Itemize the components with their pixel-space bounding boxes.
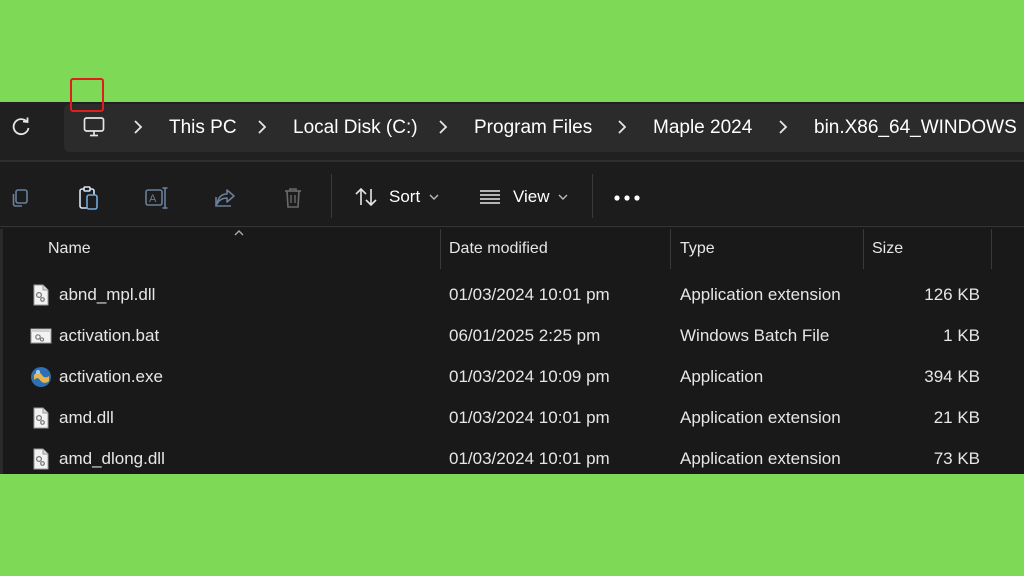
chevron-right-icon[interactable] — [132, 118, 144, 136]
file-date: 01/03/2024 10:01 pm — [449, 449, 610, 468]
view-button[interactable]: View — [472, 174, 576, 218]
dll-file-icon — [33, 448, 49, 470]
file-type: Application extension — [680, 285, 841, 304]
file-date: 06/01/2025 2:25 pm — [449, 326, 601, 345]
sort-button[interactable]: Sort — [348, 174, 444, 218]
sort-label: Sort — [389, 187, 421, 206]
file-row[interactable]: activation.bat 06/01/2025 2:25 pm Window… — [0, 315, 1024, 356]
file-type: Application — [680, 367, 764, 386]
chevron-right-icon[interactable] — [777, 118, 789, 136]
rename-button[interactable]: A — [139, 180, 175, 216]
share-icon — [215, 189, 235, 207]
this-pc-icon — [83, 117, 105, 137]
chevron-right-icon[interactable] — [256, 118, 268, 136]
file-name: amd_dlong.dll — [59, 449, 165, 468]
more-options-button[interactable] — [609, 180, 645, 216]
breadcrumb-program-files[interactable]: Program Files — [474, 116, 592, 140]
breadcrumb-maple-2024[interactable]: Maple 2024 — [653, 116, 752, 140]
file-row[interactable]: amd.dll 01/03/2024 10:01 pm Application … — [0, 397, 1024, 438]
paste-icon — [79, 186, 98, 210]
file-type: Windows Batch File — [680, 326, 830, 345]
file-size: 21 KB — [933, 408, 980, 427]
file-date: 01/03/2024 10:01 pm — [449, 285, 610, 304]
chevron-down-icon — [558, 194, 568, 200]
more-horizontal-icon — [614, 195, 640, 201]
file-size: 73 KB — [933, 449, 980, 468]
breadcrumb-this-pc[interactable]: This PC — [169, 116, 237, 140]
column-resize-handle[interactable] — [670, 229, 671, 269]
chevron-right-icon[interactable] — [437, 118, 449, 136]
file-size: 394 KB — [924, 367, 980, 386]
file-name: amd.dll — [59, 408, 114, 427]
exe-file-icon — [31, 367, 51, 387]
toolbar-separator — [0, 226, 1024, 227]
file-row[interactable]: abnd_mpl.dll 01/03/2024 10:01 pm Applica… — [0, 274, 1024, 315]
column-header-type[interactable]: Type — [680, 239, 715, 259]
file-name: abnd_mpl.dll — [59, 285, 156, 304]
column-resize-handle[interactable] — [991, 229, 992, 269]
copy-icon — [12, 189, 28, 207]
file-date: 01/03/2024 10:01 pm — [449, 408, 610, 427]
file-type: Application extension — [680, 449, 841, 468]
breadcrumb-local-disk[interactable]: Local Disk (C:) — [293, 116, 418, 140]
chevron-right-icon[interactable] — [616, 118, 628, 136]
file-row[interactable]: activation.exe 01/03/2024 10:09 pm Appli… — [0, 356, 1024, 397]
file-date: 01/03/2024 10:09 pm — [449, 367, 610, 386]
paste-highlight-box — [70, 78, 104, 112]
sort-icon — [355, 187, 377, 207]
chevron-down-icon — [429, 194, 439, 200]
view-list-icon — [480, 190, 500, 204]
file-row[interactable]: amd_dlong.dll 01/03/2024 10:01 pm Applic… — [0, 438, 1024, 474]
toolbar-divider — [592, 174, 593, 218]
file-explorer-window: This PC Local Disk (C:) Program Files Ma… — [0, 102, 1024, 474]
refresh-icon — [12, 117, 30, 136]
file-name: activation.bat — [59, 326, 160, 345]
share-button[interactable] — [207, 180, 243, 216]
dll-file-icon — [33, 284, 49, 306]
refresh-button[interactable] — [8, 114, 34, 140]
column-header-size[interactable]: Size — [872, 239, 903, 259]
address-bar[interactable]: This PC Local Disk (C:) Program Files Ma… — [64, 104, 1024, 152]
command-bar: A Sort View — [0, 162, 1024, 228]
column-headers: Name Date modified Type Size — [0, 229, 1024, 269]
column-resize-handle[interactable] — [440, 229, 441, 269]
column-header-name[interactable]: Name — [48, 239, 91, 259]
svg-text:A: A — [149, 193, 157, 205]
copy-button[interactable] — [2, 180, 38, 216]
paste-button[interactable] — [71, 180, 107, 216]
file-name: activation.exe — [59, 367, 163, 386]
file-size: 126 KB — [924, 285, 980, 304]
address-row: This PC Local Disk (C:) Program Files Ma… — [0, 102, 1024, 160]
column-resize-handle[interactable] — [863, 229, 864, 269]
trash-icon — [285, 188, 301, 208]
file-type: Application extension — [680, 408, 841, 427]
toolbar-divider — [331, 174, 332, 218]
breadcrumb-bin-folder[interactable]: bin.X86_64_WINDOWS — [814, 116, 1017, 140]
sort-ascending-icon — [234, 230, 244, 236]
dll-file-icon — [33, 407, 49, 429]
batch-file-icon — [30, 328, 52, 344]
file-size: 1 KB — [943, 326, 980, 345]
delete-button[interactable] — [275, 180, 311, 216]
view-label: View — [513, 187, 550, 206]
rename-icon: A — [145, 187, 168, 209]
column-header-date[interactable]: Date modified — [449, 239, 548, 259]
